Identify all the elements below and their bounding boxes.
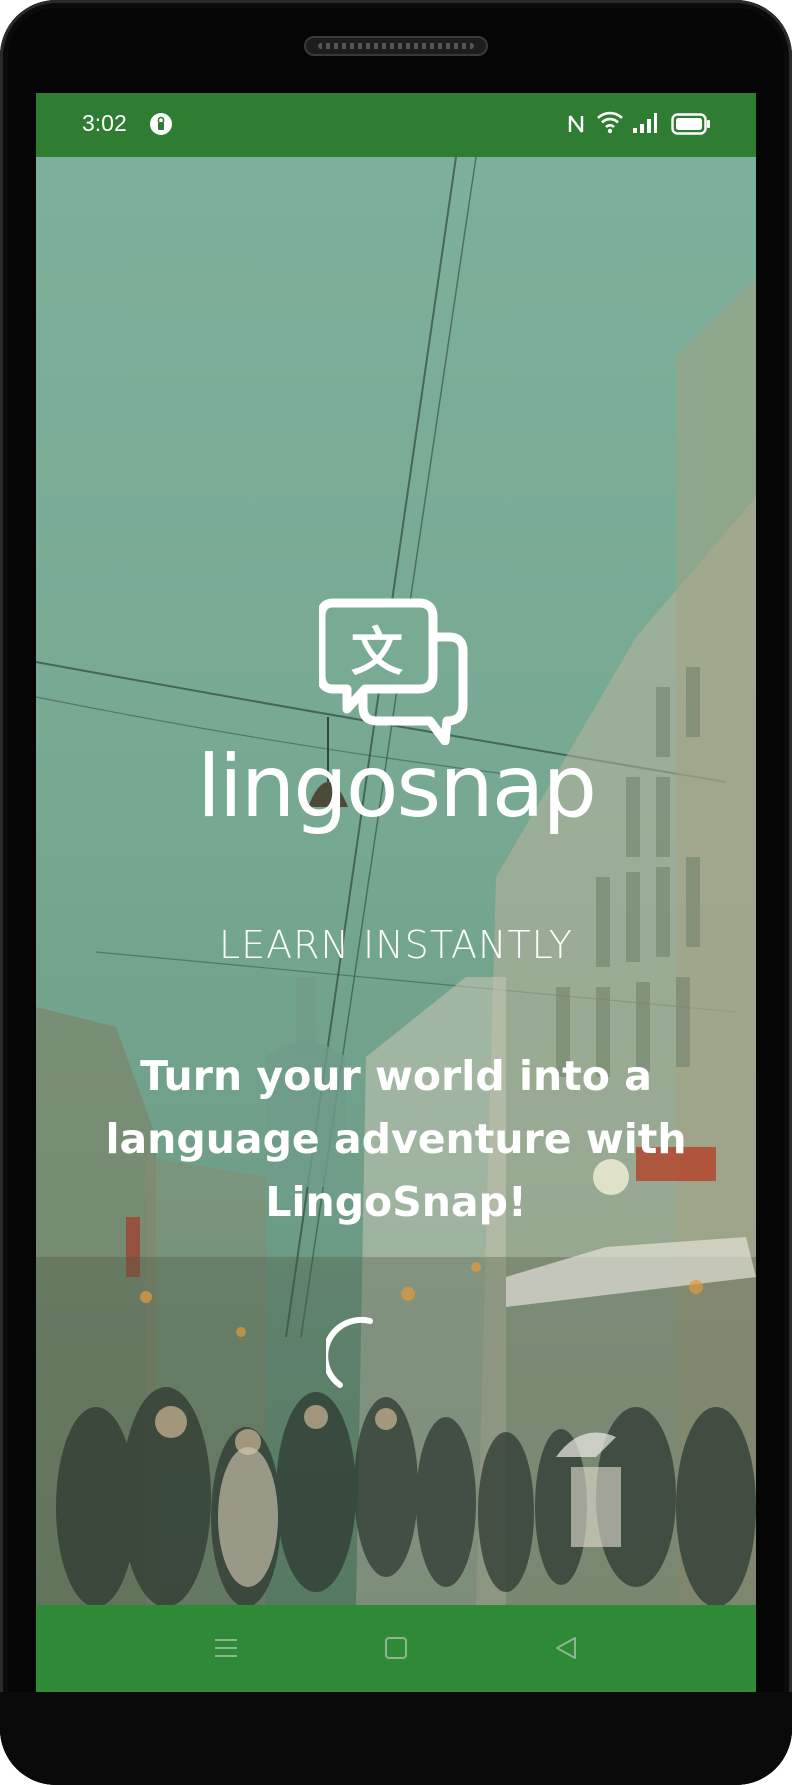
phone-frame: 3:02 文 lingosnap LEARN INSTANTLY Turn yo… bbox=[0, 0, 792, 1785]
back-triangle-icon[interactable] bbox=[551, 1633, 581, 1667]
app-screen: 3:02 文 lingosnap LEARN INSTANTLY Turn yo… bbox=[36, 93, 756, 1692]
wifi-icon bbox=[596, 109, 624, 139]
status-bar: 3:02 bbox=[36, 93, 756, 157]
loading-spinner-icon bbox=[322, 1315, 386, 1399]
splash-headline: Turn your world into a language adventur… bbox=[105, 1052, 687, 1226]
translate-chat-bubbles-icon: 文 bbox=[316, 597, 471, 749]
home-square-icon[interactable] bbox=[381, 1633, 411, 1667]
brand-name: lingosnap bbox=[196, 737, 597, 837]
earpiece-speaker bbox=[304, 36, 488, 56]
status-time: 3:02 bbox=[82, 110, 127, 136]
privacy-dot-icon bbox=[148, 111, 174, 141]
svg-text:文: 文 bbox=[351, 623, 403, 683]
nfc-icon bbox=[566, 112, 586, 140]
street-photo-illustration bbox=[36, 157, 756, 1605]
splash-background: 文 lingosnap LEARN INSTANTLY Turn your wo… bbox=[36, 157, 756, 1605]
menu-icon[interactable] bbox=[211, 1633, 241, 1667]
navigation-bar bbox=[36, 1605, 756, 1692]
battery-icon bbox=[671, 112, 711, 140]
signal-icon bbox=[632, 111, 658, 139]
bottom-bezel bbox=[0, 1692, 792, 1785]
brand-tagline: LEARN INSTANTLY bbox=[218, 923, 574, 967]
